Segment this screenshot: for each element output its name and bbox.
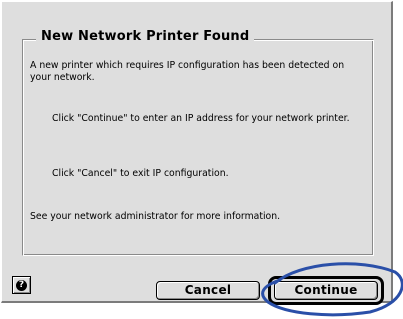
detection-message: A new printer which requires IP configur… <box>30 60 345 83</box>
help-button[interactable]: ? <box>12 276 31 294</box>
question-mark-icon: ? <box>16 279 27 291</box>
new-printer-dialog <box>1 1 393 303</box>
cancel-instruction: Click "Cancel" to exit IP configuration. <box>52 168 229 179</box>
cancel-button[interactable]: Cancel <box>156 281 260 300</box>
continue-button[interactable]: Continue <box>274 281 378 300</box>
group-box-title: New Network Printer Found <box>36 28 255 46</box>
continue-instruction: Click "Continue" to enter an IP address … <box>52 113 350 124</box>
admin-info-message: See your network administrator for more … <box>30 211 281 222</box>
